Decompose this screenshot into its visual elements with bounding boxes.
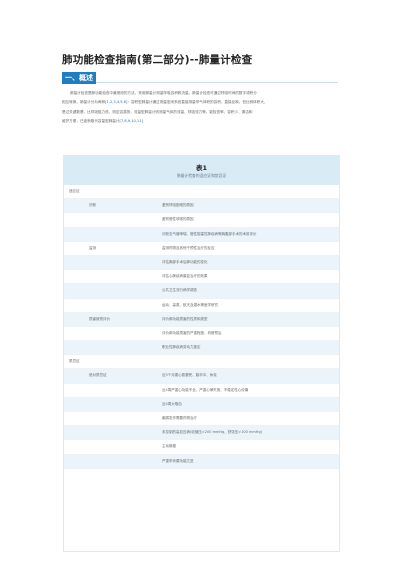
table-row: 主动脉瘤: [64, 440, 339, 455]
intro-line-3: 是过关键数基，比呼吸阻力低，测定容易快，流量型肺量计则测量气体的流量、呼吸流力等…: [62, 109, 253, 114]
table-row: 未控制的高血压病(收缩压>200 mmHg、舒张压>100 mmHg): [64, 426, 339, 441]
intro-citation-1[interactable]: [1,2,3,4,5,6]: [105, 100, 127, 104]
intro-line-2: 相互转换，肺量计分为两种: [62, 100, 106, 105]
table-row: 监测 监测药物及其他干预性治疗的反应: [64, 242, 339, 256]
table-cell-c3: 癫痫发作需要药物治疗: [162, 416, 197, 420]
table-cell-c2: 诊断: [89, 203, 96, 208]
table-cell-c3: 监测药物及其他干预性治疗的反应: [162, 245, 215, 250]
table-body: 适应证诊断 鉴别呼吸困难的原因 鉴别慢性咳嗽的原因诊断支气管哮喘、慢性阻塞性肺疾病等…: [64, 185, 339, 469]
table-cell-c3: 未控制的高血压病(收缩压>200 mmHg、舒张压>100 mmHg): [162, 430, 263, 435]
intro-paragraph: 肺量计检查是肺功能检查中最常用的方法，采用肺量计测量呼吸容积和流量。肺量计检查可…: [62, 89, 338, 127]
table-cell-c3: 鉴别呼吸困难的原因: [162, 203, 194, 208]
table-row: 职业性肺疾病劳动力鉴定: [64, 341, 339, 356]
table-row: 损害致残评价 评价肺功能损害的性质和类型: [64, 312, 339, 327]
table-row: 评估胸部手术后肺功能的变化: [64, 255, 339, 271]
intro-citation-2[interactable]: [7,8,9,10,11]: [120, 119, 143, 123]
table-cell-c3: 运动、高原、航天及潜水等医学研究: [162, 302, 218, 307]
table-row: 适应证: [64, 185, 339, 200]
section-heading: 一、概述: [62, 72, 338, 86]
table-cell-c2: 损害致残评价: [89, 316, 110, 321]
table-cell-c3: 近4周大咯血: [162, 401, 182, 406]
table-cell-c3: 评估心肺疾病康复治疗的效果: [162, 274, 208, 279]
table-cell-c3: 主动脉瘤: [162, 444, 176, 449]
table-cell-c3: 评价肺功能损害的性质和类型: [162, 316, 208, 321]
table-row: 绝对禁忌证 近3个月患心肌梗死、脑卒中、休克: [64, 369, 339, 384]
section-divider: [96, 82, 338, 83]
intro-line-2-rest: ：容积型肺量计通过测量密闭系统直接测量呼气体积的容积，直接反映、但比例体积大，: [127, 100, 268, 105]
table-cell-c3: 近4周严重心功能不全、严重心律失常、不稳定性心绞痛: [162, 387, 249, 392]
table-row: 评价肺功能损害的严重程度，判断预后: [64, 327, 339, 342]
intro-line-4: 维护方便，已逐渐取代容量型肺量计: [62, 119, 120, 124]
table-row: 近4周大咯血: [64, 397, 339, 412]
table-row: 鉴别慢性咳嗽的原因: [64, 213, 339, 228]
table-number: 表1: [195, 164, 208, 172]
table-row: 严重甲状腺功能亢进: [64, 454, 339, 469]
intro-line-1: 肺量计检查是肺功能检查中最常用的方法，采用肺量计测量呼吸容积和流量。肺量计检查可…: [70, 91, 257, 95]
table-cell-c2: 监测: [89, 245, 96, 250]
table-row: 公共卫生流行病学调查: [64, 284, 339, 299]
page-title: 肺功能检查指南(第二部分)--肺量计检查: [62, 54, 253, 66]
table-row: 癫痫发作需要药物治疗: [64, 412, 339, 427]
table-row: 禁忌证: [64, 355, 339, 370]
table-cell-c3: 评估胸部手术后肺功能的变化: [162, 259, 208, 264]
table-cell-c3: 鉴别慢性咳嗽的原因: [162, 217, 194, 222]
table-row: 诊断 鉴别呼吸困难的原因: [64, 199, 339, 214]
table-row: 评估心肺疾病康复治疗的效果: [64, 270, 339, 285]
table-cell-c3: 严重甲状腺功能亢进: [162, 458, 194, 463]
section-label: 一、概述: [62, 72, 96, 84]
table-row: 运动、高原、航天及潜水等医学研究: [64, 299, 339, 313]
table-cell-c1: 禁忌证: [69, 359, 80, 364]
table-row: 诊断支气管哮喘、慢性阻塞性肺疾病等胸腹部手术的术前评价: [64, 227, 339, 242]
table-cell-c3: 公共卫生流行病学调查: [162, 288, 197, 293]
table-cell-c1: 适应证: [69, 189, 80, 193]
table-caption: 肺量计检查的适应证和禁忌证: [176, 173, 227, 178]
table-header: 表1 肺量计检查的适应证和禁忌证: [64, 156, 339, 185]
table-cell-c3: 诊断支气管哮喘、慢性阻塞性肺疾病等胸腹部手术的术前评价: [162, 231, 257, 236]
table-cell-c3: 评价肺功能损害的严重程度，判断预后: [162, 330, 222, 335]
indications-table: 表1 肺量计检查的适应证和禁忌证 适应证诊断 鉴别呼吸困难的原因 鉴别慢性咳嗽的原因…: [63, 155, 340, 552]
table-cell-c3: 近3个月患心肌梗死、脑卒中、休克: [162, 373, 217, 378]
table-row: 近4周严重心功能不全、严重心律失常、不稳定性心绞痛: [64, 384, 339, 398]
table-cell-c3: 职业性肺疾病劳动力鉴定: [162, 345, 201, 350]
table-cell-c2: 绝对禁忌证: [89, 373, 107, 378]
